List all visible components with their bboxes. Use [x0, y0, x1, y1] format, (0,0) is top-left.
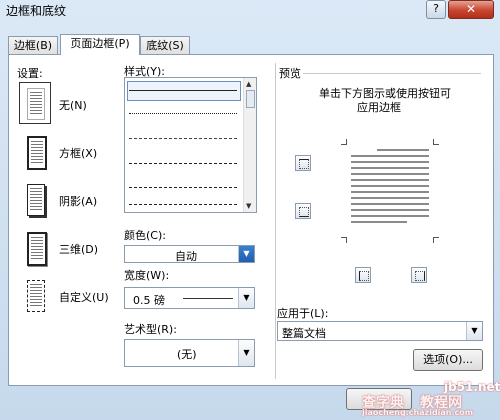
color-heading: 颜色(C):	[124, 229, 166, 242]
color-dropdown[interactable]: 自动 ▼	[124, 245, 255, 263]
close-button[interactable]: ✕	[448, 0, 494, 19]
setting-custom-label[interactable]: 自定义(U)	[59, 289, 109, 305]
tab-panel: 设置: 无(N) 方框(X) 阴影(A) 三维(D) 自定义(U) 样式(Y):	[8, 54, 494, 386]
tab-shading[interactable]: 底纹(S)	[140, 36, 190, 54]
watermark-bottom: jiaocheng.chazidian.com	[362, 408, 474, 417]
art-dropdown[interactable]: (无) ▼	[124, 339, 255, 367]
width-dropdown[interactable]: 0.5 磅 ▼	[124, 287, 255, 309]
title-bar: 边框和底纹 ? ✕	[0, 0, 500, 30]
setting-custom-icon[interactable]	[20, 275, 50, 315]
art-value: (无)	[177, 348, 197, 361]
setting-3d-label[interactable]: 三维(D)	[59, 241, 98, 257]
apply-to-value: 整篇文档	[282, 327, 326, 340]
style-dotted-line[interactable]	[129, 113, 237, 114]
setting-3d-icon[interactable]	[20, 227, 50, 267]
corner-mark	[341, 139, 347, 145]
style-dash-dot-dot-line[interactable]	[129, 204, 237, 205]
preview-heading-rule	[303, 73, 481, 74]
art-heading: 艺术型(R):	[124, 323, 177, 336]
tab-page-border[interactable]: 页面边框(P)	[60, 34, 140, 55]
style-selected-highlight	[127, 81, 241, 101]
right-border-button[interactable]	[411, 267, 427, 283]
preview-page[interactable]	[341, 139, 439, 243]
options-button[interactable]: 选项(O)...	[413, 349, 483, 371]
dialog-title: 边框和底纹	[6, 4, 67, 18]
color-value: 自动	[175, 250, 197, 263]
style-listbox[interactable]: ▲ ▼	[124, 77, 257, 213]
setting-none-icon[interactable]	[19, 82, 51, 124]
style-dashed-fine-line[interactable]	[129, 138, 237, 139]
chevron-down-icon[interactable]: ▼	[238, 340, 254, 366]
width-sample-line	[183, 298, 233, 299]
chevron-down-icon[interactable]: ▼	[238, 288, 254, 308]
scroll-down-arrow-icon[interactable]: ▼	[246, 202, 251, 210]
corner-mark	[341, 237, 347, 243]
preview-heading: 预览	[279, 67, 301, 80]
width-heading: 宽度(W):	[124, 269, 170, 282]
left-border-button[interactable]	[355, 267, 371, 283]
corner-mark	[433, 139, 439, 145]
setting-box-label[interactable]: 方框(X)	[59, 145, 97, 161]
setting-shadow-icon[interactable]	[20, 179, 50, 219]
preview-group: 预览 单击下方图示或使用按钮可 应用边框	[275, 63, 485, 293]
preview-text-lines	[351, 149, 429, 235]
tab-borders[interactable]: 边框(B)	[8, 36, 58, 54]
settings-heading: 设置:	[17, 67, 43, 80]
style-scrollbar[interactable]: ▲ ▼	[243, 78, 256, 212]
setting-shadow-label[interactable]: 阴影(A)	[59, 193, 97, 209]
corner-mark	[433, 237, 439, 243]
scroll-thumb[interactable]	[246, 90, 255, 108]
scroll-up-arrow-icon[interactable]: ▲	[246, 80, 251, 88]
style-dashed-line[interactable]	[129, 163, 237, 164]
chevron-down-icon[interactable]: ▼	[238, 246, 254, 262]
setting-none-label[interactable]: 无(N)	[59, 97, 87, 113]
style-dash-dot-line[interactable]	[129, 187, 237, 188]
preview-hint-line2: 应用边框	[357, 101, 401, 114]
style-solid-line[interactable]	[129, 90, 237, 91]
top-border-button[interactable]	[295, 155, 311, 171]
chevron-down-icon[interactable]: ▼	[466, 322, 482, 340]
bottom-border-button[interactable]	[295, 203, 311, 219]
apply-to-heading: 应用于(L):	[277, 307, 329, 320]
width-value: 0.5 磅	[133, 294, 165, 307]
dialog-window: 边框和底纹 ? ✕ 边框(B) 页面边框(P) 底纹(S) 设置: 无(N) 方…	[0, 0, 500, 420]
help-button[interactable]: ?	[426, 0, 446, 19]
setting-box-icon[interactable]	[20, 131, 50, 171]
apply-to-dropdown[interactable]: 整篇文档 ▼	[277, 321, 483, 341]
